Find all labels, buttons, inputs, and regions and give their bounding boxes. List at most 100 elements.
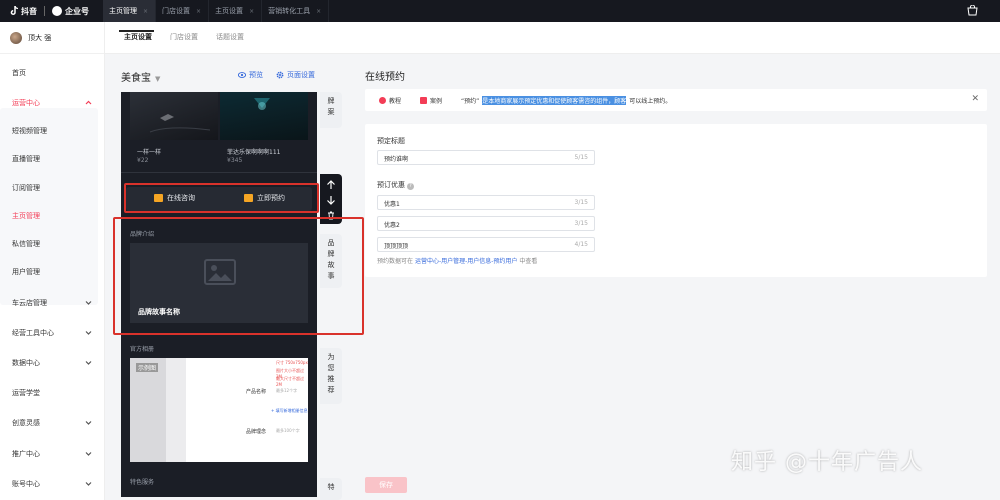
help-icon[interactable]: ? — [407, 183, 414, 190]
sidebar-item-academy[interactable]: 运营学堂 — [12, 388, 40, 398]
sidebar-item-promotion[interactable]: 推广中心 — [12, 449, 40, 459]
feature-section-title: 特色服务 — [130, 479, 155, 486]
chevron-down-icon[interactable] — [84, 298, 93, 307]
close-icon[interactable]: ✕ — [971, 94, 979, 104]
product-name: 菲达乐保啊啊啊111 — [227, 149, 281, 156]
close-icon[interactable]: × — [143, 8, 148, 15]
top-tab-marketing-tools[interactable]: 营销转化工具 × — [262, 0, 330, 22]
title-input[interactable]: 预约谁啊 5/15 — [377, 150, 595, 165]
module-tab-recommend[interactable]: 为 您 推 荐 — [320, 348, 342, 404]
boat-image — [149, 114, 211, 133]
brand-logo[interactable]: 抖音 企业号 — [0, 0, 89, 22]
tab-char: 特 — [327, 483, 335, 491]
hint-suffix: 中查看 — [519, 258, 538, 265]
offer-input-1[interactable]: 优惠1 3/15 — [377, 195, 595, 210]
avatar[interactable] — [10, 31, 22, 44]
app-root: 抖音 企业号 主页管理 × 门店设置 × 主页设置 × 营销转化工具 × 顶大 … — [0, 0, 1000, 500]
user-profile[interactable]: 顶大 强 — [0, 22, 104, 54]
sidebar-item-private-message[interactable]: 私信管理 — [12, 239, 40, 249]
sidebar-item-live[interactable]: 直播管理 — [12, 154, 40, 164]
tab-char: 案 — [327, 108, 335, 116]
offer-input-2[interactable]: 优惠2 3/15 — [377, 216, 595, 231]
sidebar-item-subscription[interactable]: 订阅管理 — [12, 183, 40, 193]
douyin-icon — [10, 6, 19, 16]
product-image[interactable] — [130, 92, 218, 140]
offer-label: 预订优惠 — [377, 181, 405, 189]
top-tab-label: 门店设置 — [162, 7, 191, 15]
product-image[interactable] — [220, 92, 308, 140]
arrow-up-icon[interactable] — [326, 180, 336, 190]
sidebar-item-home-management[interactable]: 主页管理 — [12, 211, 40, 221]
watermark: 知乎 @十年广告人 — [731, 450, 923, 475]
arrow-down-icon[interactable] — [326, 195, 336, 205]
chevron-down-icon[interactable] — [84, 449, 93, 458]
tab-char: 牌 — [327, 97, 335, 105]
underwater-image — [254, 98, 270, 110]
sidebar-item-operation-center[interactable]: 运营中心 — [12, 98, 40, 108]
char-count: 5/15 — [574, 154, 588, 161]
case-link[interactable]: 案例 — [420, 96, 442, 105]
notice-suffix: 可以线上预约。 — [629, 98, 672, 105]
tab-home-settings[interactable]: 主页设置 — [124, 32, 152, 42]
char-count: 3/15 — [574, 220, 588, 227]
sidebar-item-car-cloud-store[interactable]: 车云店管理 — [12, 298, 47, 308]
douyin-logo: 抖音 — [10, 6, 37, 17]
album-sample-tag: 示例图 — [136, 363, 159, 372]
caret-down-icon: ▼ — [155, 75, 161, 83]
chevron-down-icon[interactable] — [84, 328, 93, 337]
divider — [121, 172, 317, 173]
sidebar-item-data-center[interactable]: 数据中心 — [12, 358, 40, 368]
tutorial-link[interactable]: 教程 — [379, 96, 401, 105]
user-data-link[interactable]: 运营中心-用户管理-用户信息-预约用户 — [415, 258, 518, 265]
album-field-label: 品牌理念 — [246, 429, 267, 435]
close-icon[interactable]: × — [196, 8, 201, 15]
offer-input-value: 顶顶顶顶 — [384, 243, 409, 250]
offer-input-value: 优惠1 — [384, 201, 400, 208]
sidebar-item-short-video[interactable]: 短视频管理 — [12, 126, 47, 136]
top-tab-store-settings[interactable]: 门店设置 × — [156, 0, 210, 22]
album-section-title: 官方相册 — [130, 346, 155, 353]
album-note: 最大尺寸不超过2M — [276, 376, 304, 387]
album-sample-strip — [166, 358, 186, 462]
tab-char: 荐 — [327, 386, 335, 394]
chevron-down-icon[interactable] — [84, 358, 93, 367]
page-settings-button[interactable]: 页面设置 — [276, 70, 315, 80]
chevron-down-icon[interactable] — [84, 418, 93, 427]
sidebar-item-home[interactable]: 首页 — [12, 68, 26, 78]
enterprise-label: 企业号 — [65, 6, 89, 16]
user-name: 顶大 强 — [28, 33, 52, 42]
sub-nav: 主页设置 门店设置 话题设置 — [105, 22, 1000, 54]
top-tab-label: 营销转化工具 — [268, 7, 311, 15]
chevron-up-icon[interactable] — [84, 98, 93, 107]
chevron-down-icon[interactable] — [84, 479, 93, 488]
album-add-link[interactable]: + 填写新增相册信息 — [271, 408, 308, 414]
top-tab-home-management[interactable]: 主页管理 × — [103, 0, 157, 22]
shop-name-selector[interactable]: 美食宝 ▼ — [121, 69, 160, 84]
top-bar: 抖音 企业号 主页管理 × 门店设置 × 主页设置 × 营销转化工具 × — [0, 0, 1000, 22]
module-tab-feature-service[interactable]: 特 — [320, 478, 342, 500]
album-field-placeholder: 最多12个字 — [276, 388, 298, 393]
preview-button[interactable]: 预览 — [238, 70, 263, 80]
page-settings-label: 页面设置 — [287, 71, 315, 79]
sidebar-item-business-tools[interactable]: 经营工具中心 — [12, 328, 54, 338]
tab-store-settings[interactable]: 门店设置 — [170, 32, 198, 42]
sidebar-item-users[interactable]: 用户管理 — [12, 267, 40, 277]
shop-name: 美食宝 — [121, 73, 151, 84]
gear-icon — [276, 71, 284, 79]
top-tab-label: 主页设置 — [215, 7, 244, 15]
shopping-bag-icon[interactable] — [967, 5, 978, 16]
close-icon[interactable]: × — [249, 8, 254, 15]
notice-highlight: 是本地商家展示预定优惠和促使顾客需咨的组件，顾客 — [482, 96, 627, 105]
save-button[interactable]: 保存 — [365, 477, 407, 493]
sidebar-item-account-center[interactable]: 账号中心 — [12, 479, 40, 489]
album-preview[interactable]: 示例图 尺寸 750x750px 图片大小不超过2M 最大尺寸不超过2M 产品名… — [130, 358, 308, 462]
offer-input-3[interactable]: 顶顶顶顶 4/15 — [377, 237, 595, 252]
tab-topic-settings[interactable]: 话题设置 — [216, 32, 244, 42]
top-tab-home-settings[interactable]: 主页设置 × — [209, 0, 263, 22]
album-field-placeholder: 最多100个字 — [276, 428, 300, 433]
sidebar-item-creative-inspiration[interactable]: 创意灵感 — [12, 418, 40, 428]
module-tab-brand-case[interactable]: 牌 案 — [320, 92, 342, 128]
product-name: 一样一样 — [137, 149, 162, 156]
highlight-box-booking-bar — [124, 183, 319, 213]
close-icon[interactable]: × — [316, 8, 321, 15]
